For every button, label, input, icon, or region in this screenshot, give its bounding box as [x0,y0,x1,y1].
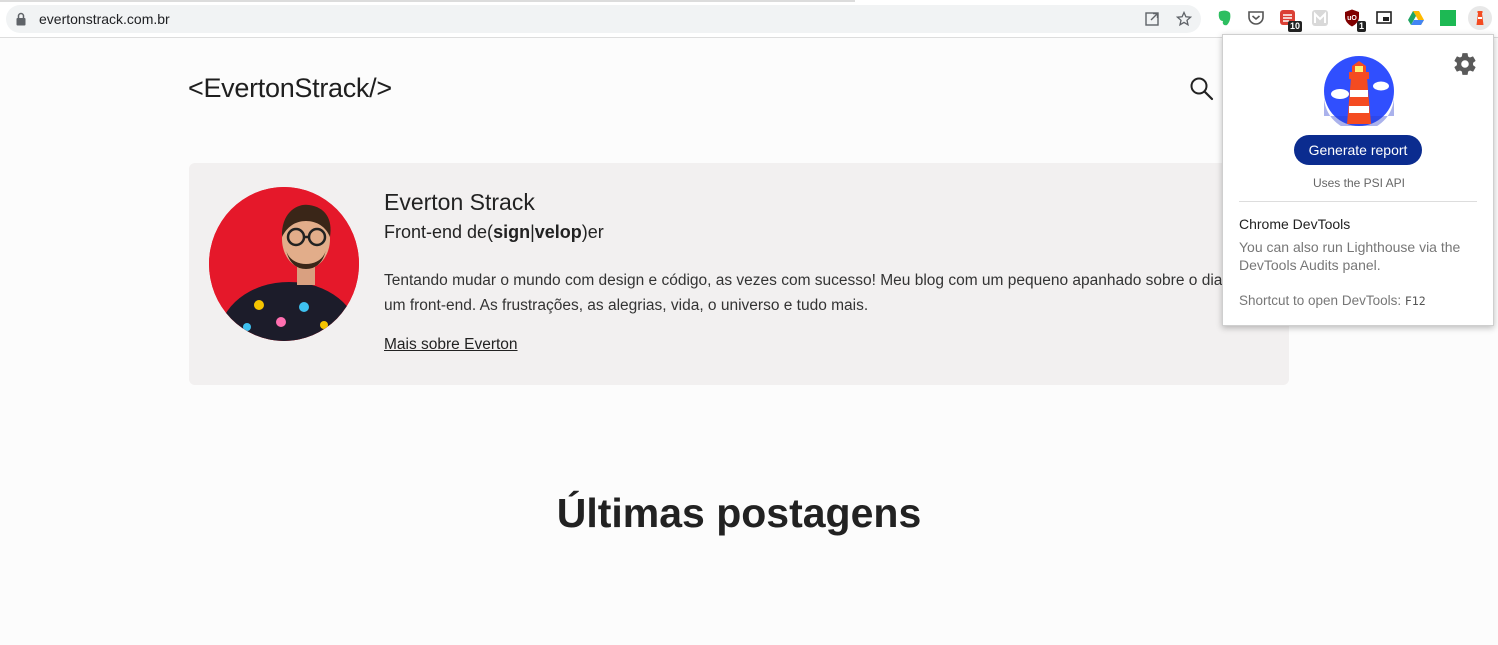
devtools-shortcut: Shortcut to open DevTools: F12 [1239,293,1426,308]
bookmark-star-icon[interactable] [1176,11,1192,27]
google-drive-icon[interactable] [1406,8,1426,28]
profile-card: Everton Strack Front-end de(sign|velop)e… [189,163,1289,385]
tab-strip-edge [0,0,855,2]
avatar [209,187,359,341]
lighthouse-extension-button[interactable] [1468,6,1492,30]
generate-report-button[interactable]: Generate report [1294,135,1422,165]
ublock-badge: 1 [1356,21,1366,32]
lighthouse-logo-icon [1324,56,1394,126]
shortcut-label: Shortcut to open DevTools: [1239,293,1402,308]
gear-icon[interactable] [1452,51,1478,77]
popup-divider [1239,201,1477,202]
search-icon[interactable] [1189,76,1215,102]
svg-text:uO: uO [1347,15,1357,22]
psi-note: Uses the PSI API [1312,176,1406,190]
address-bar[interactable]: evertonstrack.com.br [6,5,1201,33]
profile-bio: Tentando mudar o mundo com design e códi… [384,272,1244,314]
todoist-icon[interactable]: 10 [1278,8,1302,32]
about-link[interactable]: Mais sobre Everton [384,336,518,354]
ublock-icon[interactable]: uO 1 [1342,8,1366,32]
pocket-icon[interactable] [1246,8,1266,28]
profile-role: Front-end de(sign|velop)er [384,222,604,243]
url-text[interactable]: evertonstrack.com.br [39,11,170,27]
lock-icon[interactable] [16,12,26,26]
lighthouse-icon [1476,11,1484,25]
devtools-title: Chrome DevTools [1239,216,1351,232]
section-title: Últimas postagens [556,490,922,536]
browser-toolbar: evertonstrack.com.br 10 uO 1 [0,0,1498,38]
lighthouse-popup: Generate report Uses the PSI API Chrome … [1222,34,1494,326]
todoist-badge: 10 [1287,21,1302,32]
m-extension-icon[interactable] [1310,8,1330,28]
shortcut-key: F12 [1404,294,1426,308]
picture-in-picture-icon[interactable] [1374,8,1394,28]
site-logo[interactable]: <EvertonStrack/> [188,73,392,104]
evernote-icon[interactable] [1214,8,1234,28]
role-prefix: Front-end de( [384,222,494,242]
role-sign: sign [493,222,531,242]
role-velop: velop [534,222,582,242]
devtools-description: You can also run Lighthouse via the DevT… [1239,239,1461,273]
open-in-new-icon[interactable] [1144,11,1160,27]
profile-name: Everton Strack [384,189,535,215]
green-square-icon[interactable] [1438,8,1458,28]
role-suffix: )er [581,222,604,242]
